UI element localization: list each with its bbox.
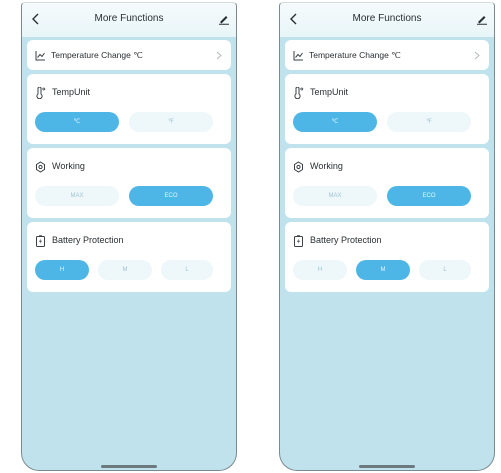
working-option-max[interactable]: MAX bbox=[35, 186, 119, 206]
battery-protection-label: Battery Protection bbox=[52, 235, 124, 245]
page-title: More Functions bbox=[352, 13, 422, 24]
battery-bolt-icon bbox=[294, 235, 303, 247]
working-option-eco[interactable]: ECO bbox=[387, 186, 471, 206]
temp-unit-option-celsius[interactable]: ℃ bbox=[35, 112, 119, 132]
battery-protection-label: Battery Protection bbox=[310, 235, 382, 245]
working-label: Working bbox=[310, 161, 343, 171]
battery-protection-card: Battery Protection H M L bbox=[285, 222, 489, 292]
home-indicator[interactable] bbox=[359, 465, 415, 468]
chevron-right-icon bbox=[474, 51, 480, 60]
working-option-eco[interactable]: ECO bbox=[129, 186, 213, 206]
temperature-change-row[interactable]: Temperature Change ℃ bbox=[285, 40, 489, 70]
temp-unit-card: TempUnit ℃ ℉ bbox=[285, 74, 489, 144]
gear-icon bbox=[36, 161, 45, 173]
pencil-icon[interactable] bbox=[476, 13, 488, 25]
battery-protection-card: Battery Protection H M L bbox=[27, 222, 231, 292]
screenshot-stage: More Functions Temperature Change ℃ Temp… bbox=[0, 0, 501, 473]
pencil-icon[interactable] bbox=[218, 13, 230, 25]
temp-unit-option-fahrenheit[interactable]: ℉ bbox=[387, 112, 471, 132]
temp-unit-option-fahrenheit[interactable]: ℉ bbox=[129, 112, 213, 132]
temp-unit-label: TempUnit bbox=[310, 87, 349, 97]
top-bar: More Functions bbox=[280, 3, 494, 37]
top-bar: More Functions bbox=[22, 3, 236, 37]
thermometer-icon bbox=[36, 87, 46, 99]
battery-option-h[interactable]: H bbox=[293, 260, 347, 280]
temperature-change-label: Temperature Change ℃ bbox=[309, 50, 401, 60]
working-card: Working MAX ECO bbox=[27, 148, 231, 218]
temp-unit-label: TempUnit bbox=[52, 87, 91, 97]
gear-icon bbox=[294, 161, 303, 173]
home-indicator[interactable] bbox=[101, 465, 157, 468]
working-label: Working bbox=[52, 161, 85, 171]
line-chart-icon bbox=[35, 51, 45, 61]
line-chart-icon bbox=[293, 51, 303, 61]
chevron-right-icon bbox=[216, 51, 222, 60]
phone-screen-left: More Functions Temperature Change ℃ Temp… bbox=[21, 2, 237, 471]
battery-option-m[interactable]: M bbox=[98, 260, 152, 280]
battery-option-h[interactable]: H bbox=[35, 260, 89, 280]
phone-screen-right: More Functions Temperature Change ℃ Temp… bbox=[279, 2, 495, 471]
temp-unit-card: TempUnit ℃ ℉ bbox=[27, 74, 231, 144]
thermometer-icon bbox=[294, 87, 304, 99]
working-option-max[interactable]: MAX bbox=[293, 186, 377, 206]
temperature-change-row[interactable]: Temperature Change ℃ bbox=[27, 40, 231, 70]
page-title: More Functions bbox=[94, 13, 164, 24]
battery-option-l[interactable]: L bbox=[161, 260, 213, 280]
working-card: Working MAX ECO bbox=[285, 148, 489, 218]
battery-bolt-icon bbox=[36, 235, 45, 247]
battery-option-l[interactable]: L bbox=[419, 260, 471, 280]
battery-option-m[interactable]: M bbox=[356, 260, 410, 280]
temp-unit-option-celsius[interactable]: ℃ bbox=[293, 112, 377, 132]
temperature-change-label: Temperature Change ℃ bbox=[51, 50, 143, 60]
